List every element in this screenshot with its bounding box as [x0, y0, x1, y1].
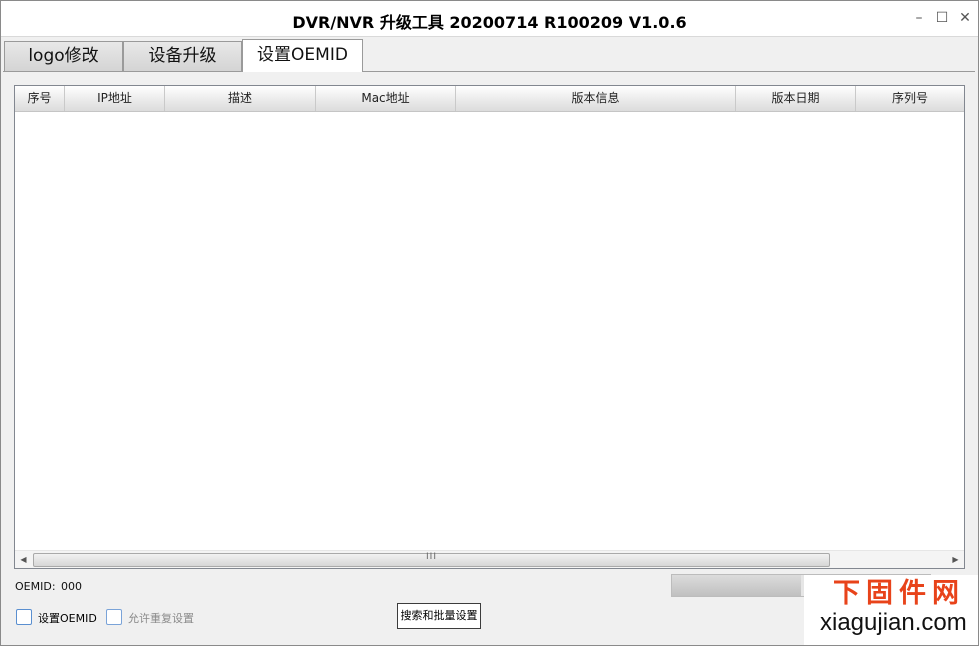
- checkbox-label: 设置OEMID: [38, 612, 97, 625]
- tab-logo[interactable]: logo修改: [4, 41, 123, 71]
- checkbox-label: 允许重复设置: [128, 612, 194, 625]
- oemid-value: 000: [61, 580, 82, 593]
- progress-fill: [672, 575, 801, 596]
- scroll-left-arrow-icon[interactable]: ◀: [15, 551, 32, 568]
- watermark-en: xiagujian.com: [820, 609, 967, 636]
- column-header-version[interactable]: 版本信息: [456, 86, 736, 111]
- column-header-mac[interactable]: Mac地址: [316, 86, 456, 111]
- tab-upgrade[interactable]: 设备升级: [123, 41, 242, 71]
- horizontal-scrollbar[interactable]: ◀ III ▶: [15, 550, 964, 568]
- tab-strip: logo修改 设备升级 设置OEMID: [3, 39, 976, 72]
- title-bar: DVR/NVR 升级工具 20200714 R100209 V1.0.6 – ☐…: [1, 1, 978, 37]
- oemid-panel: 序号 IP地址 描述 Mac地址 版本信息 版本日期 序列号 ◀ III ▶ O…: [3, 71, 975, 644]
- scrollbar-grip: III: [426, 552, 437, 562]
- close-button[interactable]: ✕: [958, 10, 972, 26]
- column-header-description[interactable]: 描述: [165, 86, 316, 111]
- tab-set-oemid[interactable]: 设置OEMID: [242, 39, 363, 72]
- column-header-serial[interactable]: 序列号: [856, 86, 964, 111]
- search-batch-set-button[interactable]: 搜索和批量设置: [397, 603, 481, 629]
- device-list[interactable]: 序号 IP地址 描述 Mac地址 版本信息 版本日期 序列号 ◀ III ▶: [14, 85, 965, 569]
- column-header-ip[interactable]: IP地址: [65, 86, 165, 111]
- checkbox-box[interactable]: [16, 609, 32, 625]
- maximize-button[interactable]: ☐: [935, 10, 949, 26]
- oemid-label: OEMID:: [15, 580, 56, 593]
- watermark-cn: 下固件网: [833, 578, 965, 609]
- column-header-version-date[interactable]: 版本日期: [736, 86, 856, 111]
- window-title: DVR/NVR 升级工具 20200714 R100209 V1.0.6: [292, 13, 687, 32]
- scroll-right-arrow-icon[interactable]: ▶: [947, 551, 964, 568]
- minimize-button[interactable]: –: [912, 10, 926, 26]
- column-header-index[interactable]: 序号: [15, 86, 65, 111]
- list-header: 序号 IP地址 描述 Mac地址 版本信息 版本日期 序列号: [15, 86, 964, 112]
- app-window: DVR/NVR 升级工具 20200714 R100209 V1.0.6 – ☐…: [0, 0, 979, 646]
- scrollbar-thumb[interactable]: III: [33, 552, 830, 567]
- checkbox-box[interactable]: [106, 609, 122, 625]
